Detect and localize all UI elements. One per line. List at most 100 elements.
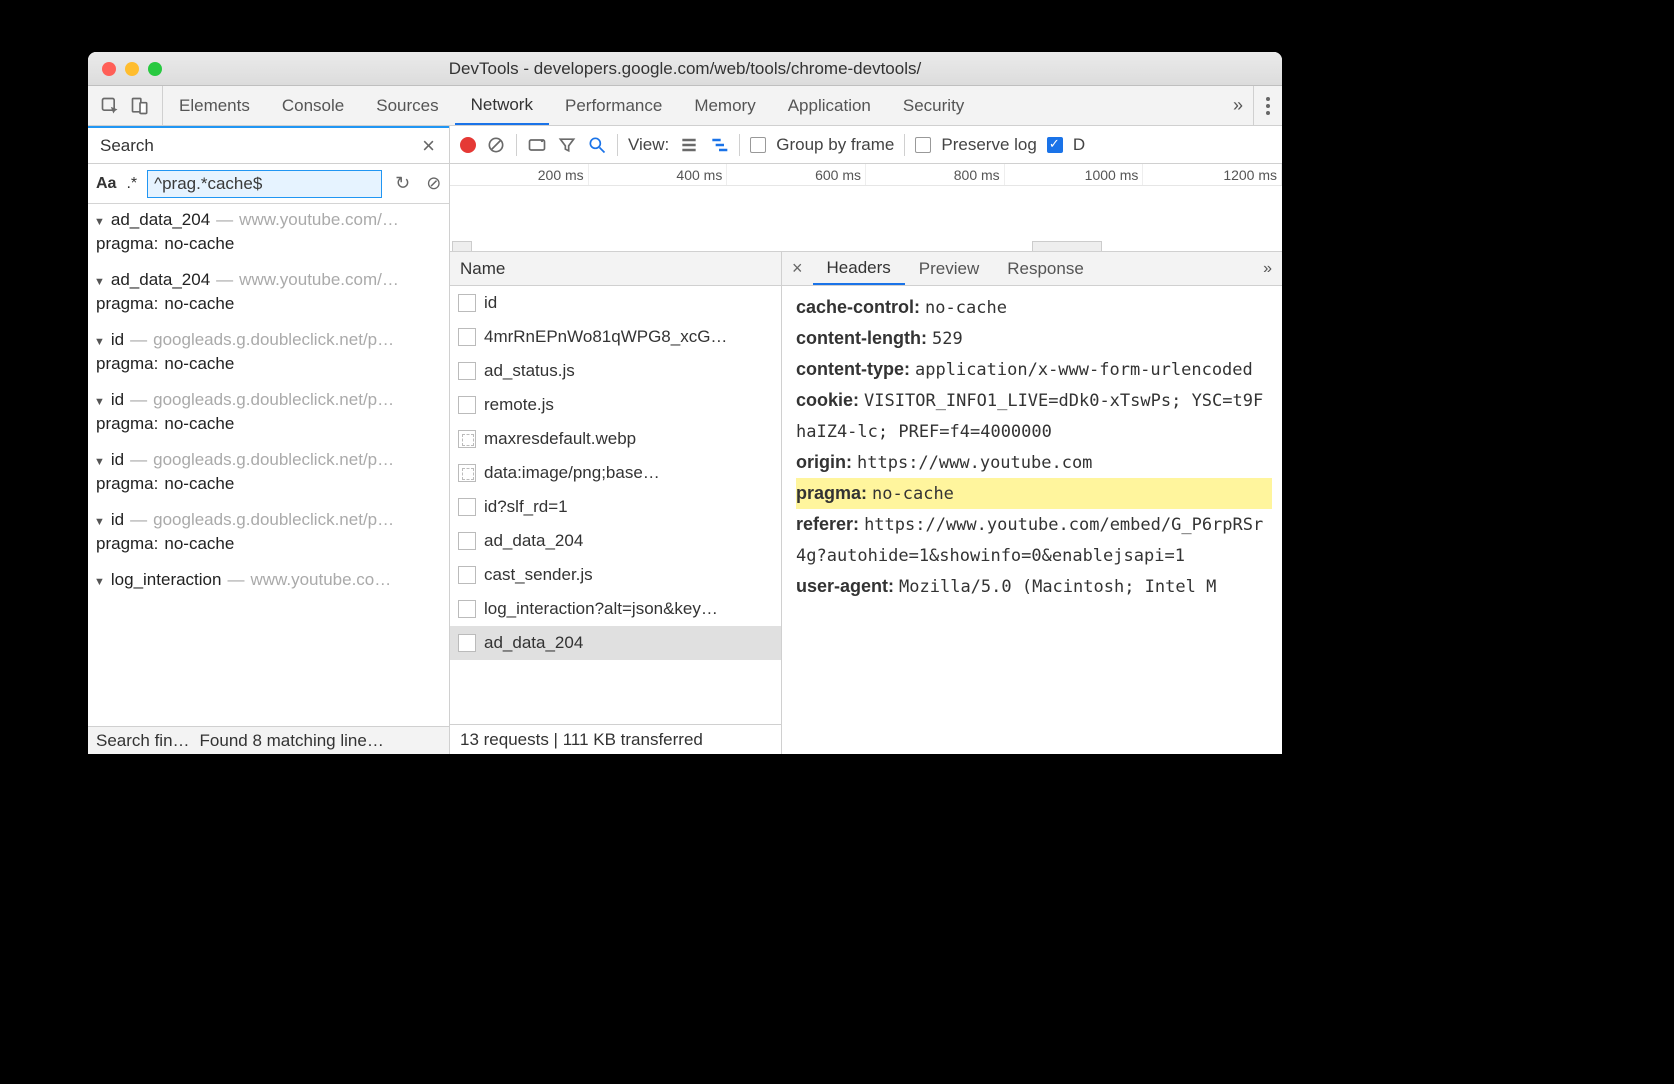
twisty-icon: ▼ [94, 216, 105, 228]
header-key: cookie: [796, 390, 859, 410]
search-result[interactable]: ▼id — googleads.g.doubleclick.net/p…prag… [88, 504, 449, 564]
header-value: https://www.youtube.com/embed/G_P6rpRSr4… [796, 515, 1263, 566]
tab-memory[interactable]: Memory [678, 86, 771, 125]
detail-tab-preview[interactable]: Preview [905, 252, 993, 285]
tab-console[interactable]: Console [266, 86, 360, 125]
search-result[interactable]: ▼log_interaction — www.youtube.co… [88, 564, 449, 592]
header-key: origin: [796, 452, 852, 472]
detail-tab-response[interactable]: Response [993, 252, 1098, 285]
search-icon[interactable] [587, 135, 607, 155]
request-name: maxresdefault.webp [484, 429, 636, 449]
result-key: pragma: [96, 414, 158, 433]
tab-performance[interactable]: Performance [549, 86, 678, 125]
request-row[interactable]: ad_data_204 [450, 524, 781, 558]
search-result[interactable]: ▼id — googleads.g.doubleclick.net/p…prag… [88, 324, 449, 384]
twisty-icon: ▼ [94, 516, 105, 528]
header-line[interactable]: content-type: application/x-www-form-url… [796, 354, 1272, 385]
result-host: googleads.g.doubleclick.net/p… [153, 510, 394, 530]
search-panel-title: Search [100, 136, 154, 156]
request-row[interactable]: 4mrRnEPnWo81qWPG8_xcG… [450, 320, 781, 354]
header-line[interactable]: pragma: no-cache [796, 478, 1272, 509]
tab-sources[interactable]: Sources [360, 86, 454, 125]
group-by-frame-label: Group by frame [776, 135, 894, 155]
request-row[interactable]: id?slf_rd=1 [450, 490, 781, 524]
search-status-bar: Search fin… Found 8 matching line… [88, 726, 449, 754]
result-key: pragma: [96, 534, 158, 553]
search-result[interactable]: ▼id — googleads.g.doubleclick.net/p…prag… [88, 384, 449, 444]
result-value: no-cache [164, 414, 234, 433]
waterfall-icon[interactable] [709, 135, 729, 155]
window-close-button[interactable] [102, 62, 116, 76]
match-case-toggle[interactable]: Aa [96, 175, 116, 193]
regex-toggle[interactable]: .* [126, 175, 137, 193]
request-row[interactable]: log_interaction?alt=json&key… [450, 592, 781, 626]
header-line[interactable]: user-agent: Mozilla/5.0 (Macintosh; Inte… [796, 571, 1272, 602]
header-value: VISITOR_INFO1_LIVE=dDk0-xTswPs; YSC=t9Fh… [796, 391, 1263, 442]
search-result[interactable]: ▼ad_data_204 — www.youtube.com/…pragma:n… [88, 264, 449, 324]
clear-search-icon[interactable]: ⊘ [423, 171, 444, 196]
request-row[interactable]: maxresdefault.webp [450, 422, 781, 456]
result-value: no-cache [164, 234, 234, 253]
window-minimize-button[interactable] [125, 62, 139, 76]
request-row[interactable]: id [450, 286, 781, 320]
network-panel: View: Group by frame Preserve log D 200 … [450, 126, 1282, 754]
settings-kebab-icon[interactable] [1253, 86, 1282, 125]
result-host: googleads.g.doubleclick.net/p… [153, 330, 394, 350]
search-result[interactable]: ▼ad_data_204 — www.youtube.com/…pragma:n… [88, 204, 449, 264]
name-column-header[interactable]: Name [450, 252, 781, 286]
header-key: pragma: [796, 483, 867, 503]
result-key: pragma: [96, 474, 158, 493]
file-icon [458, 600, 476, 618]
request-row[interactable]: data:image/png;base… [450, 456, 781, 490]
request-name: log_interaction?alt=json&key… [484, 599, 718, 619]
twisty-icon: ▼ [94, 276, 105, 288]
header-value: no-cache [872, 484, 954, 504]
inspect-element-icon[interactable] [100, 96, 120, 116]
request-row[interactable]: ad_status.js [450, 354, 781, 388]
tab-network[interactable]: Network [455, 86, 549, 125]
request-row[interactable]: cast_sender.js [450, 558, 781, 592]
timeline-tick: 400 ms [589, 164, 728, 185]
header-line[interactable]: content-length: 529 [796, 323, 1272, 354]
tab-elements[interactable]: Elements [163, 86, 266, 125]
refresh-search-icon[interactable]: ↻ [392, 171, 413, 196]
header-line[interactable]: referer: https://www.youtube.com/embed/G… [796, 509, 1272, 571]
tab-security[interactable]: Security [887, 86, 980, 125]
close-panel-icon[interactable]: × [418, 131, 439, 161]
tab-application[interactable]: Application [772, 86, 887, 125]
detail-tab-headers[interactable]: Headers [813, 252, 905, 285]
header-line[interactable]: cookie: VISITOR_INFO1_LIVE=dDk0-xTswPs; … [796, 385, 1272, 447]
file-icon [458, 362, 476, 380]
request-name: ad_data_204 [484, 633, 583, 653]
window-zoom-button[interactable] [148, 62, 162, 76]
request-name: cast_sender.js [484, 565, 593, 585]
overview-timeline[interactable]: 200 ms400 ms600 ms800 ms1000 ms1200 ms [450, 164, 1282, 252]
more-detail-tabs-icon[interactable]: » [1253, 252, 1282, 285]
search-result[interactable]: ▼id — googleads.g.doubleclick.net/p…prag… [88, 444, 449, 504]
request-row[interactable]: ad_data_204 [450, 626, 781, 660]
capture-screenshots-icon[interactable] [527, 135, 547, 155]
search-input[interactable] [147, 170, 382, 198]
file-icon [458, 498, 476, 516]
more-tabs-icon[interactable]: » [1223, 86, 1253, 125]
disable-cache-checkbox[interactable] [1047, 137, 1063, 153]
header-key: user-agent: [796, 576, 894, 596]
file-icon [458, 430, 476, 448]
header-line[interactable]: cache-control: no-cache [796, 292, 1272, 323]
header-line[interactable]: origin: https://www.youtube.com [796, 447, 1272, 478]
result-key: pragma: [96, 354, 158, 373]
filter-icon[interactable] [557, 135, 577, 155]
result-host: googleads.g.doubleclick.net/p… [153, 390, 394, 410]
group-by-frame-checkbox[interactable] [750, 137, 766, 153]
network-toolbar: View: Group by frame Preserve log D [450, 126, 1282, 164]
header-value: 529 [932, 329, 963, 349]
preserve-log-checkbox[interactable] [915, 137, 931, 153]
header-key: cache-control: [796, 297, 920, 317]
result-name: log_interaction [111, 570, 222, 590]
close-detail-icon[interactable]: × [782, 252, 813, 285]
large-rows-icon[interactable] [679, 135, 699, 155]
request-row[interactable]: remote.js [450, 388, 781, 422]
clear-icon[interactable] [486, 135, 506, 155]
record-button[interactable] [460, 137, 476, 153]
device-toolbar-icon[interactable] [130, 96, 150, 116]
